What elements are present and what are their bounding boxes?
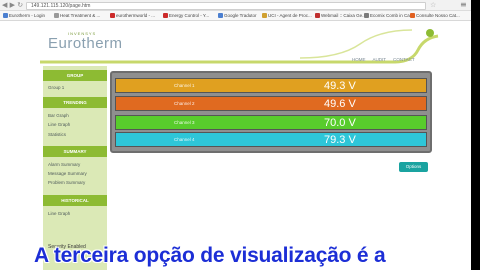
letterbox-bar <box>471 0 480 270</box>
sidebar: GROUP Group 1 TRENDING Bar Graph Line Gr… <box>43 66 107 270</box>
sidebar-heading-historical: HISTORICAL <box>43 195 107 206</box>
channel-value: 49.6 V <box>324 98 356 110</box>
channel-label: Channel 1 <box>174 83 195 88</box>
brand-logo: Eurotherm <box>48 35 123 52</box>
sidebar-item-group-1[interactable]: Group 1 <box>48 85 64 90</box>
options-button[interactable]: Options <box>399 162 428 172</box>
channel-row[interactable]: Channel 4 79.3 V <box>115 132 427 147</box>
channel-label: Channel 2 <box>174 101 195 106</box>
channel-label: Channel 3 <box>174 120 195 125</box>
channel-label: Channel 4 <box>174 137 195 142</box>
sidebar-item-historical-line-graph[interactable]: Line Graph <box>48 211 70 216</box>
channel-row[interactable]: Channel 1 49.3 V <box>115 78 427 93</box>
sidebar-heading-summary: SUMMARY <box>43 146 107 157</box>
sidebar-heading-trending: TRENDING <box>43 97 107 108</box>
video-caption: A terceira opção de visualização é a <box>34 244 386 267</box>
browser-window: ◀ ▶ ↻ 149.121.115.120/page.htm ☆ ≡ Eurot… <box>0 0 471 270</box>
channel-value: 70.0 V <box>324 117 356 129</box>
sidebar-item-statistics[interactable]: Statistics <box>48 132 66 137</box>
sidebar-heading-group: GROUP <box>43 70 107 81</box>
channel-value: 79.3 V <box>324 134 356 146</box>
logo-dot-icon <box>426 29 434 37</box>
channel-row[interactable]: Channel 3 70.0 V <box>115 115 427 130</box>
top-nav-links[interactable]: HOME AUDIT CONTACT <box>352 57 415 62</box>
channel-panel: Channel 1 49.3 V Channel 2 49.6 V Channe… <box>110 71 432 153</box>
sidebar-item-alarm-summary[interactable]: Alarm Summary <box>48 162 80 167</box>
channel-value: 49.3 V <box>324 80 356 92</box>
channel-row[interactable]: Channel 2 49.6 V <box>115 96 427 111</box>
sidebar-item-problem-summary[interactable]: Problem Summary <box>48 180 85 185</box>
sidebar-item-line-graph[interactable]: Line Graph <box>48 122 70 127</box>
sidebar-item-message-summary[interactable]: Message Summary <box>48 171 87 176</box>
sidebar-item-bar-graph[interactable]: Bar Graph <box>48 113 69 118</box>
